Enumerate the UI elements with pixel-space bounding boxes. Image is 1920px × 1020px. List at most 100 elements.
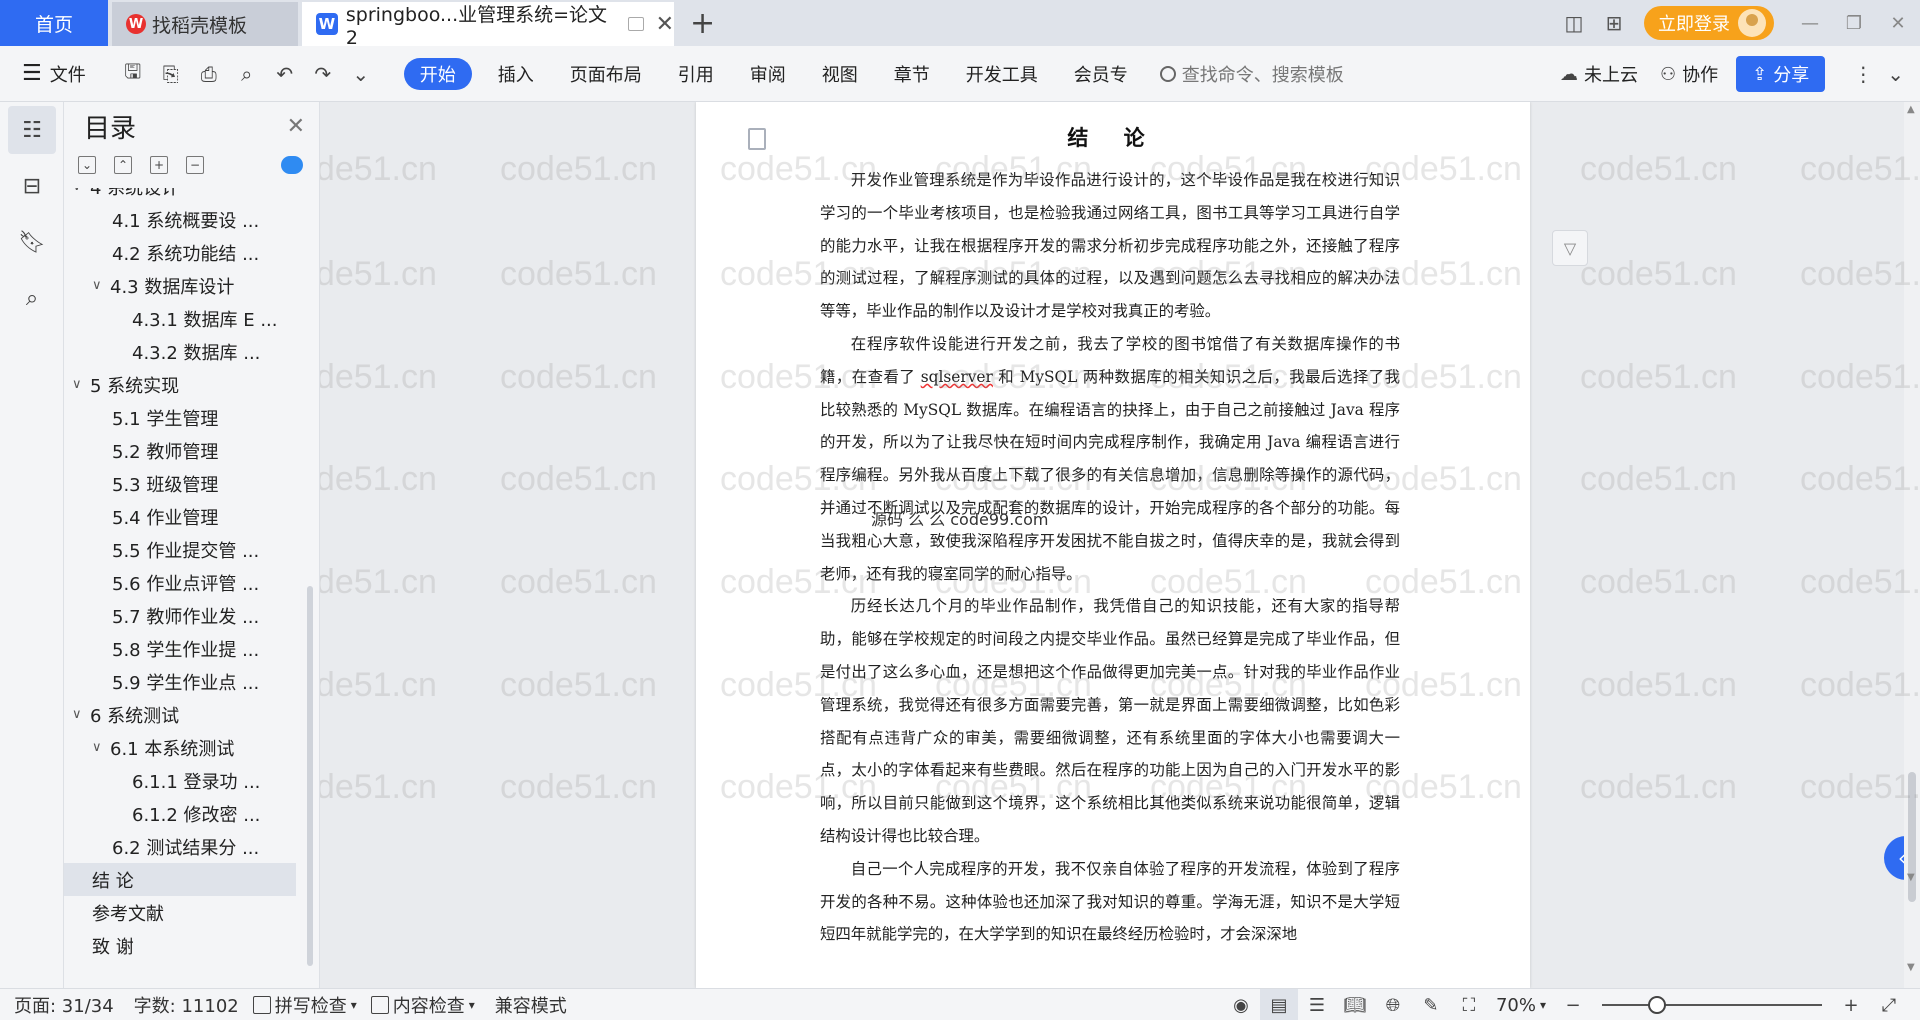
web-layout-icon[interactable]: 🌐︎	[1374, 989, 1412, 1020]
toc-item[interactable]: 6.1.1 登录功 ...	[64, 764, 296, 797]
toc-item[interactable]: 4.2 系统功能结 ...	[64, 236, 296, 269]
toc-item[interactable]: 4.3.2 数据库 ...	[64, 335, 296, 368]
toc-item[interactable]: 5.1 学生管理	[64, 401, 296, 434]
collaborate-button[interactable]: ⚇ 协作	[1660, 61, 1718, 87]
toc-item[interactable]: ∨ 6.1 本系统测试	[64, 731, 296, 764]
share-button[interactable]: ⇪ 分享	[1736, 56, 1826, 92]
filter-icon[interactable]: ▽	[1552, 230, 1588, 266]
chevron-down-icon[interactable]: ∨	[72, 377, 90, 392]
export-pdf-icon[interactable]: ⎘	[152, 55, 190, 93]
fullscreen-icon[interactable]: ⤢	[1870, 989, 1908, 1020]
close-window-icon[interactable]: ✕	[1876, 0, 1920, 46]
print-icon[interactable]: ⎙	[190, 55, 228, 93]
toc-item[interactable]: ∨4 系统设计	[64, 188, 296, 203]
read-mode-icon[interactable]: 📖︎	[1336, 989, 1374, 1020]
print-preview-icon[interactable]: ⌕	[228, 55, 266, 93]
new-tab-button[interactable]: +	[690, 6, 715, 41]
tab-insert[interactable]: 插入	[480, 58, 552, 90]
tab-chapter[interactable]: 章节	[876, 58, 948, 90]
command-search[interactable]: 查找命令、搜索模板	[1159, 61, 1344, 87]
expand-all-icon[interactable]: ⌄	[78, 156, 96, 174]
zoom-in-icon[interactable]: +	[1832, 989, 1870, 1020]
toc-item[interactable]: 5.9 学生作业点 ...	[64, 665, 296, 698]
tab-docer-templates[interactable]: W 找稻壳模板	[112, 2, 298, 46]
toc-scrollbar[interactable]	[307, 586, 313, 966]
find-icon[interactable]: ⌕	[8, 274, 56, 322]
ai-assistant-icon[interactable]	[281, 156, 303, 174]
document-body[interactable]: 开发作业管理系统是作为毕设作品进行设计的，这个毕设作品是我在校进行知识学习的一个…	[820, 164, 1400, 951]
scroll-down-icon[interactable]: ▼	[1907, 962, 1915, 973]
redo-icon[interactable]: ↷	[304, 55, 342, 93]
restore-icon[interactable]: ❐	[1832, 0, 1876, 46]
login-button[interactable]: 立即登录	[1644, 6, 1774, 40]
close-panel-icon[interactable]: ✕	[287, 114, 305, 139]
fit-page-icon[interactable]: ⛶	[1450, 989, 1488, 1020]
customize-toolbar-icon[interactable]: ⌄	[342, 55, 380, 93]
toc-item[interactable]: 参考文献	[64, 896, 296, 929]
bookmark-icon[interactable]: 🔖︎	[8, 218, 56, 266]
toc-item[interactable]: 致 谢	[64, 929, 296, 962]
pen-icon[interactable]: ✎	[1412, 989, 1450, 1020]
zoom-slider-knob[interactable]	[1648, 996, 1666, 1014]
outline-view-icon[interactable]: ☰	[1298, 989, 1336, 1020]
toc-item[interactable]: 5.8 学生作业提 ...	[64, 632, 296, 665]
chevron-down-icon[interactable]: ∨	[72, 707, 90, 722]
tab-home[interactable]: 首页	[0, 0, 108, 46]
window-pin-icon[interactable]	[627, 17, 644, 31]
toc-item[interactable]: 5.3 班级管理	[64, 467, 296, 500]
toc-item[interactable]: ∨ 5 系统实现	[64, 368, 296, 401]
add-heading-icon[interactable]: +	[150, 156, 168, 174]
content-check-button[interactable]: 内容检查 ▾	[370, 992, 475, 1018]
vertical-scrollbar[interactable]: ▲ ▼ ▼	[1904, 102, 1920, 988]
toc-item[interactable]: ∨ 6 系统测试	[64, 698, 296, 731]
tab-document[interactable]: W springboo...业管理系统=论文2 ✕	[302, 2, 674, 49]
tab-developer[interactable]: 开发工具	[948, 58, 1056, 90]
layout-toggle-icon[interactable]: ◫	[1554, 0, 1594, 46]
document-page[interactable]: 结 论 开发作业管理系统是作为毕设作品进行设计的，这个毕设作品是我在校进行知识学…	[696, 102, 1530, 988]
page-counter[interactable]: 页面: 31/34	[14, 992, 114, 1018]
zoom-control[interactable]: 70% ▾	[1496, 995, 1546, 1016]
page-view-icon[interactable]: ▤	[1259, 989, 1298, 1020]
chevron-down-icon[interactable]: ∨	[72, 188, 90, 194]
close-tab-icon[interactable]: ✕	[656, 12, 674, 37]
tab-references[interactable]: 引用	[660, 58, 732, 90]
toc-item[interactable]: 6.1.2 修改密 ...	[64, 797, 296, 830]
toc-item[interactable]: 5.2 教师管理	[64, 434, 296, 467]
chevron-down-icon[interactable]: ∨	[92, 278, 110, 293]
chapter-nav-icon[interactable]: ⊟	[8, 162, 56, 210]
toc-item[interactable]: 4.1 系统概要设 ...	[64, 203, 296, 236]
toc-item[interactable]: ∨ 4.3 数据库设计	[64, 269, 296, 302]
file-menu-button[interactable]: ☰ 文件	[0, 61, 86, 87]
chevron-down-icon[interactable]: ∨	[92, 740, 110, 755]
cloud-status-button[interactable]: ☁ 未上云	[1560, 61, 1638, 87]
toc-item[interactable]: 结 论	[64, 863, 296, 896]
more-options-icon[interactable]: ⋮	[1853, 62, 1873, 86]
undo-icon[interactable]: ↶	[266, 55, 304, 93]
toc-item[interactable]: 5.6 作业点评管 ...	[64, 566, 296, 599]
toc-item[interactable]: 4.3.1 数据库 E ...	[64, 302, 296, 335]
toc-panel-icon[interactable]: ☷	[8, 106, 56, 154]
save-icon[interactable]: 🖫	[114, 55, 152, 93]
tab-page-layout[interactable]: 页面布局	[552, 58, 660, 90]
tab-member[interactable]: 会员专	[1056, 58, 1146, 90]
tab-view[interactable]: 视图	[804, 58, 876, 90]
toc-item[interactable]: 5.4 作业管理	[64, 500, 296, 533]
collapse-all-icon[interactable]: ⌃	[114, 156, 132, 174]
minimize-icon[interactable]: —	[1788, 0, 1832, 46]
tab-start[interactable]: 开始	[403, 57, 472, 90]
zoom-slider[interactable]	[1602, 996, 1822, 1014]
tab-review[interactable]: 审阅	[732, 58, 804, 90]
remove-heading-icon[interactable]: −	[186, 156, 204, 174]
zoom-level[interactable]: 70%	[1496, 995, 1536, 1016]
toc-item[interactable]: 5.5 作业提交管 ...	[64, 533, 296, 566]
collapse-ribbon-icon[interactable]: ⌄	[1887, 62, 1904, 86]
zoom-out-icon[interactable]: −	[1554, 989, 1592, 1020]
toc-item[interactable]: 5.7 教师作业发 ...	[64, 599, 296, 632]
prev-page-icon[interactable]: ▼	[1907, 872, 1915, 883]
eye-protection-icon[interactable]: ◉	[1222, 989, 1260, 1020]
grid-apps-icon[interactable]: ⊞	[1594, 0, 1634, 46]
spell-check-button[interactable]: 拼写检查 ▾	[252, 992, 357, 1018]
word-count[interactable]: 字数: 11102	[134, 992, 239, 1018]
scroll-up-icon[interactable]: ▲	[1907, 104, 1915, 115]
toc-item[interactable]: 6.2 测试结果分 ...	[64, 830, 296, 863]
